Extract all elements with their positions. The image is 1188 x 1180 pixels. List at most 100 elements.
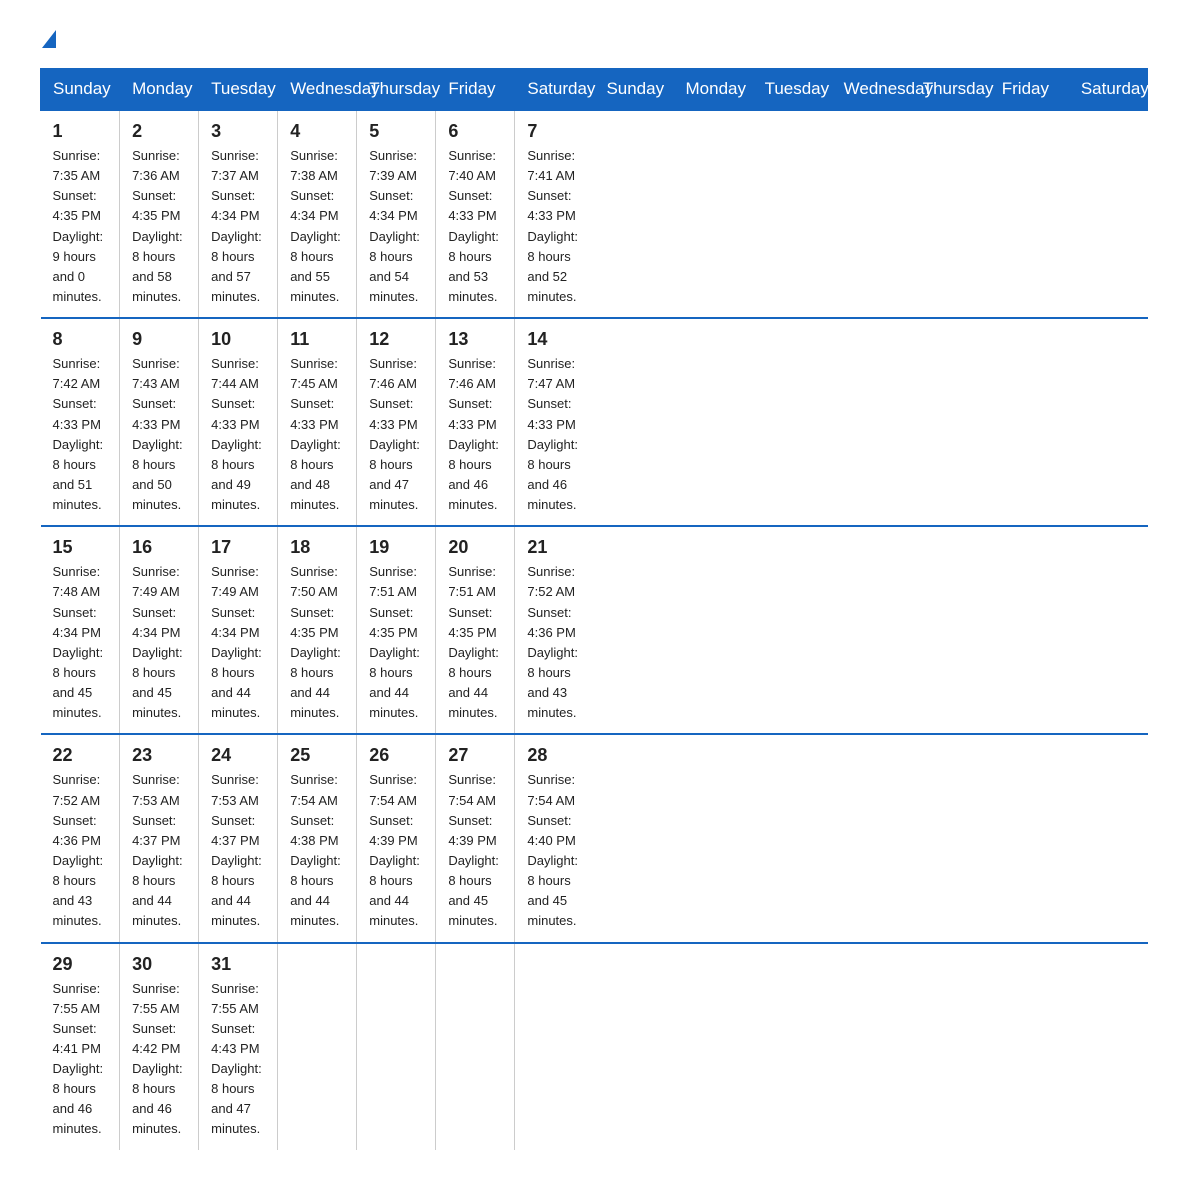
calendar-cell: 14 Sunrise: 7:47 AMSunset: 4:33 PMDaylig… xyxy=(515,318,594,526)
calendar-week-row: 8 Sunrise: 7:42 AMSunset: 4:33 PMDayligh… xyxy=(41,318,1148,526)
day-number: 31 xyxy=(211,954,265,975)
day-number: 12 xyxy=(369,329,423,350)
day-number: 5 xyxy=(369,121,423,142)
day-info: Sunrise: 7:43 AMSunset: 4:33 PMDaylight:… xyxy=(132,356,183,512)
day-info: Sunrise: 7:48 AMSunset: 4:34 PMDaylight:… xyxy=(53,564,104,720)
header-thursday: Thursday xyxy=(357,69,436,111)
calendar-cell: 19 Sunrise: 7:51 AMSunset: 4:35 PMDaylig… xyxy=(357,526,436,734)
logo xyxy=(40,30,56,48)
day-number: 27 xyxy=(448,745,502,766)
calendar-cell: 28 Sunrise: 7:54 AMSunset: 4:40 PMDaylig… xyxy=(515,734,594,942)
day-info: Sunrise: 7:39 AMSunset: 4:34 PMDaylight:… xyxy=(369,148,420,304)
calendar-week-row: 1 Sunrise: 7:35 AMSunset: 4:35 PMDayligh… xyxy=(41,110,1148,318)
calendar-cell: 6 Sunrise: 7:40 AMSunset: 4:33 PMDayligh… xyxy=(436,110,515,318)
weekday-header-friday: Friday xyxy=(989,69,1068,111)
calendar-cell: 3 Sunrise: 7:37 AMSunset: 4:34 PMDayligh… xyxy=(199,110,278,318)
day-info: Sunrise: 7:54 AMSunset: 4:39 PMDaylight:… xyxy=(448,772,499,928)
calendar-cell: 21 Sunrise: 7:52 AMSunset: 4:36 PMDaylig… xyxy=(515,526,594,734)
logo-triangle-icon xyxy=(42,30,56,48)
weekday-header-saturday: Saturday xyxy=(1068,69,1147,111)
day-number: 15 xyxy=(53,537,108,558)
day-number: 4 xyxy=(290,121,344,142)
calendar-cell: 9 Sunrise: 7:43 AMSunset: 4:33 PMDayligh… xyxy=(120,318,199,526)
day-number: 21 xyxy=(527,537,582,558)
calendar-cell: 23 Sunrise: 7:53 AMSunset: 4:37 PMDaylig… xyxy=(120,734,199,942)
calendar-week-row: 15 Sunrise: 7:48 AMSunset: 4:34 PMDaylig… xyxy=(41,526,1148,734)
day-info: Sunrise: 7:54 AMSunset: 4:38 PMDaylight:… xyxy=(290,772,341,928)
day-number: 23 xyxy=(132,745,186,766)
calendar-table: SundayMondayTuesdayWednesdayThursdayFrid… xyxy=(40,68,1148,1150)
day-number: 16 xyxy=(132,537,186,558)
day-number: 11 xyxy=(290,329,344,350)
day-number: 30 xyxy=(132,954,186,975)
day-info: Sunrise: 7:54 AMSunset: 4:40 PMDaylight:… xyxy=(527,772,578,928)
day-number: 20 xyxy=(448,537,502,558)
calendar-cell: 22 Sunrise: 7:52 AMSunset: 4:36 PMDaylig… xyxy=(41,734,120,942)
day-info: Sunrise: 7:36 AMSunset: 4:35 PMDaylight:… xyxy=(132,148,183,304)
day-info: Sunrise: 7:54 AMSunset: 4:39 PMDaylight:… xyxy=(369,772,420,928)
calendar-cell: 12 Sunrise: 7:46 AMSunset: 4:33 PMDaylig… xyxy=(357,318,436,526)
day-info: Sunrise: 7:47 AMSunset: 4:33 PMDaylight:… xyxy=(527,356,578,512)
header-monday: Monday xyxy=(120,69,199,111)
weekday-header-monday: Monday xyxy=(673,69,752,111)
calendar-cell xyxy=(357,943,436,1150)
calendar-cell: 2 Sunrise: 7:36 AMSunset: 4:35 PMDayligh… xyxy=(120,110,199,318)
calendar-cell: 1 Sunrise: 7:35 AMSunset: 4:35 PMDayligh… xyxy=(41,110,120,318)
day-info: Sunrise: 7:55 AMSunset: 4:42 PMDaylight:… xyxy=(132,981,183,1137)
calendar-cell: 4 Sunrise: 7:38 AMSunset: 4:34 PMDayligh… xyxy=(278,110,357,318)
header-saturday: Saturday xyxy=(515,69,594,111)
calendar-cell: 18 Sunrise: 7:50 AMSunset: 4:35 PMDaylig… xyxy=(278,526,357,734)
calendar-cell: 11 Sunrise: 7:45 AMSunset: 4:33 PMDaylig… xyxy=(278,318,357,526)
day-info: Sunrise: 7:44 AMSunset: 4:33 PMDaylight:… xyxy=(211,356,262,512)
calendar-cell: 20 Sunrise: 7:51 AMSunset: 4:35 PMDaylig… xyxy=(436,526,515,734)
day-info: Sunrise: 7:41 AMSunset: 4:33 PMDaylight:… xyxy=(527,148,578,304)
weekday-header-wednesday: Wednesday xyxy=(831,69,910,111)
page-header xyxy=(40,30,1148,48)
day-number: 8 xyxy=(53,329,108,350)
calendar-cell xyxy=(515,943,594,1150)
day-number: 2 xyxy=(132,121,186,142)
day-info: Sunrise: 7:49 AMSunset: 4:34 PMDaylight:… xyxy=(132,564,183,720)
day-number: 17 xyxy=(211,537,265,558)
day-number: 10 xyxy=(211,329,265,350)
logo-blue-text xyxy=(40,30,56,48)
day-info: Sunrise: 7:42 AMSunset: 4:33 PMDaylight:… xyxy=(53,356,104,512)
calendar-cell: 17 Sunrise: 7:49 AMSunset: 4:34 PMDaylig… xyxy=(199,526,278,734)
day-number: 14 xyxy=(527,329,582,350)
day-number: 9 xyxy=(132,329,186,350)
day-number: 3 xyxy=(211,121,265,142)
day-number: 6 xyxy=(448,121,502,142)
day-number: 29 xyxy=(53,954,108,975)
day-info: Sunrise: 7:40 AMSunset: 4:33 PMDaylight:… xyxy=(448,148,499,304)
calendar-cell: 24 Sunrise: 7:53 AMSunset: 4:37 PMDaylig… xyxy=(199,734,278,942)
calendar-header-row: SundayMondayTuesdayWednesdayThursdayFrid… xyxy=(41,69,1148,111)
day-number: 18 xyxy=(290,537,344,558)
header-tuesday: Tuesday xyxy=(199,69,278,111)
day-info: Sunrise: 7:52 AMSunset: 4:36 PMDaylight:… xyxy=(53,772,104,928)
calendar-cell: 29 Sunrise: 7:55 AMSunset: 4:41 PMDaylig… xyxy=(41,943,120,1150)
calendar-cell: 5 Sunrise: 7:39 AMSunset: 4:34 PMDayligh… xyxy=(357,110,436,318)
day-info: Sunrise: 7:50 AMSunset: 4:35 PMDaylight:… xyxy=(290,564,341,720)
day-info: Sunrise: 7:46 AMSunset: 4:33 PMDaylight:… xyxy=(369,356,420,512)
day-info: Sunrise: 7:37 AMSunset: 4:34 PMDaylight:… xyxy=(211,148,262,304)
calendar-cell: 27 Sunrise: 7:54 AMSunset: 4:39 PMDaylig… xyxy=(436,734,515,942)
calendar-cell: 26 Sunrise: 7:54 AMSunset: 4:39 PMDaylig… xyxy=(357,734,436,942)
weekday-header-thursday: Thursday xyxy=(910,69,989,111)
calendar-cell: 10 Sunrise: 7:44 AMSunset: 4:33 PMDaylig… xyxy=(199,318,278,526)
day-number: 24 xyxy=(211,745,265,766)
day-number: 19 xyxy=(369,537,423,558)
calendar-cell: 13 Sunrise: 7:46 AMSunset: 4:33 PMDaylig… xyxy=(436,318,515,526)
day-number: 28 xyxy=(527,745,582,766)
day-info: Sunrise: 7:55 AMSunset: 4:41 PMDaylight:… xyxy=(53,981,104,1137)
day-number: 1 xyxy=(53,121,108,142)
day-info: Sunrise: 7:51 AMSunset: 4:35 PMDaylight:… xyxy=(369,564,420,720)
calendar-cell: 25 Sunrise: 7:54 AMSunset: 4:38 PMDaylig… xyxy=(278,734,357,942)
day-info: Sunrise: 7:55 AMSunset: 4:43 PMDaylight:… xyxy=(211,981,262,1137)
day-info: Sunrise: 7:49 AMSunset: 4:34 PMDaylight:… xyxy=(211,564,262,720)
calendar-cell xyxy=(436,943,515,1150)
calendar-week-row: 29 Sunrise: 7:55 AMSunset: 4:41 PMDaylig… xyxy=(41,943,1148,1150)
calendar-cell xyxy=(278,943,357,1150)
header-wednesday: Wednesday xyxy=(278,69,357,111)
day-info: Sunrise: 7:46 AMSunset: 4:33 PMDaylight:… xyxy=(448,356,499,512)
header-friday: Friday xyxy=(436,69,515,111)
